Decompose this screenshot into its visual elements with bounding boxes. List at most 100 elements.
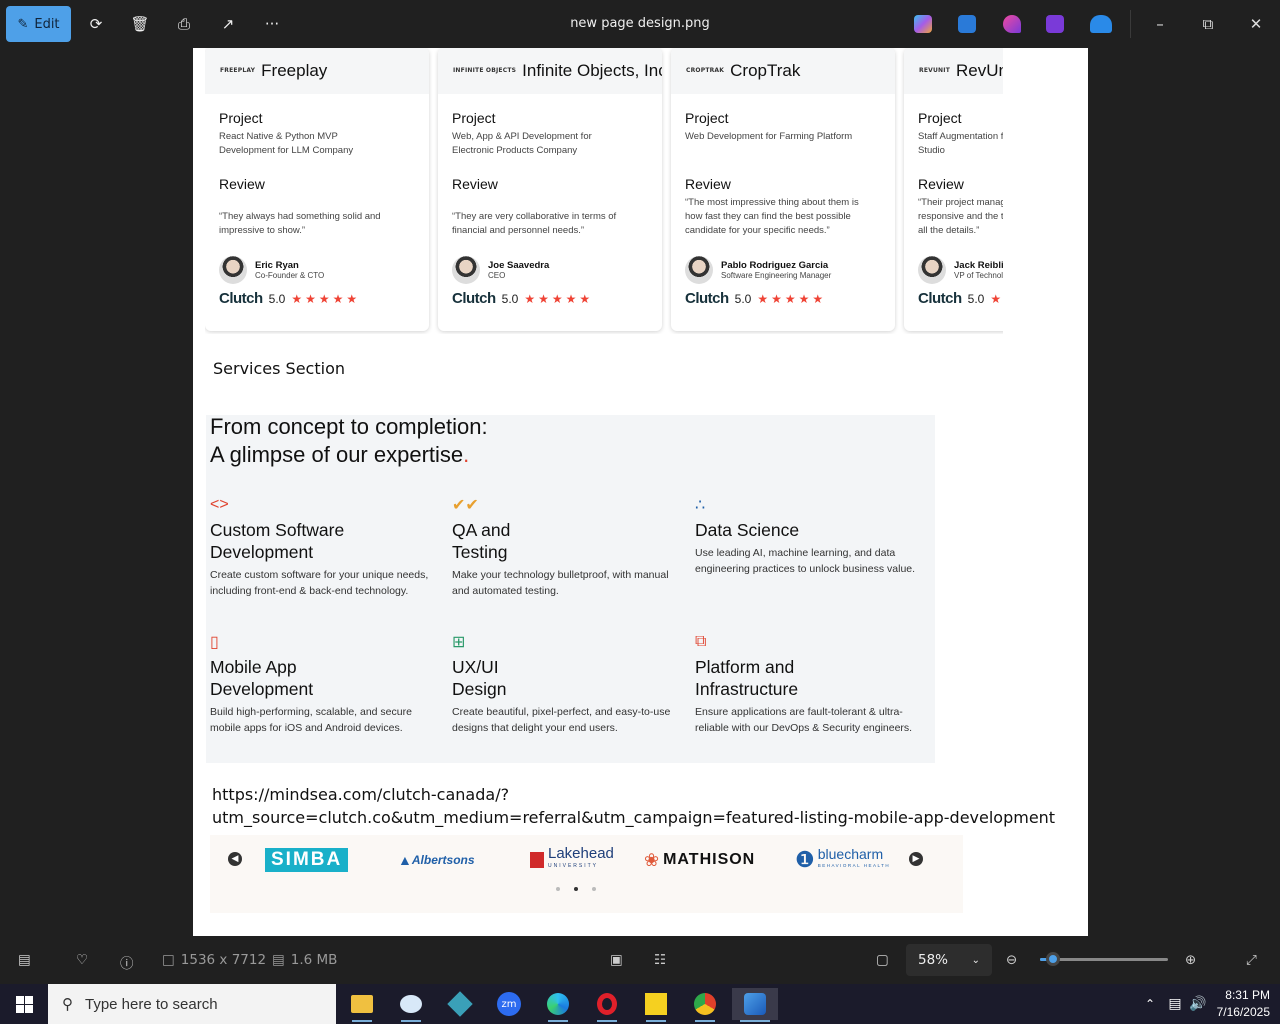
molecule-icon: ∴ [695,497,706,514]
windows-icon [15,995,33,1013]
designer-icon[interactable] [1003,15,1021,33]
review-quote: “They always had something solid and impr… [219,211,381,236]
client-logo[interactable]: SIMBA [265,847,349,873]
info-button[interactable]: ⓘ [120,952,134,972]
service-description: Create beautiful, pixel-perfect, and eas… [452,706,671,734]
service-description: Ensure applications are fault-tolerant &… [695,706,913,734]
service-description: Make your technology bulletproof, with m… [452,569,669,597]
edge-icon[interactable] [538,988,578,1022]
project-label: Project [918,110,962,126]
rating-value: 5.0 [501,291,519,306]
clutch-rating: Clutch 5.0 ★★★★★ [219,290,415,307]
zoom-app-icon[interactable]: zm [489,988,529,1020]
photos-app-icon[interactable] [732,988,778,1022]
carousel-dot[interactable] [556,887,560,891]
reviewer: Joe Saavedra CEO [452,256,648,284]
clipchamp-icon[interactable] [1046,15,1064,33]
close-button[interactable]: ✕ [1244,12,1268,36]
zoom-dropdown[interactable]: 58% ⌄ [906,944,992,976]
zoom-out-button[interactable]: ⊖ [1006,952,1017,968]
network-icon[interactable]: ▤ [1164,988,1186,1020]
testimonial-cards: FREEPLAY Freeplay Project React Native &… [205,48,1003,334]
file-explorer-icon[interactable] [342,988,382,1022]
company-name: RevUnit [955,61,1003,80]
service-name: Data Science [695,520,800,540]
visual-search-button[interactable]: ▣ [610,952,623,968]
services-title: From concept to completion: A glimpse of… [210,414,488,467]
clutch-logo: Clutch [219,290,263,307]
close-icon: ✕ [1249,15,1263,33]
company-logo: INFINITE OBJECTS [453,67,517,74]
maximize-button[interactable]: ⧉ [1196,12,1220,36]
carousel-dot-active[interactable] [574,887,578,891]
layout-grid-icon: ⊞ [452,634,466,651]
client-logo[interactable]: Lakehead UNIVERSITY [530,846,614,873]
company-logo: REVUNIT [919,67,950,74]
star-icons: ★★★★★ [291,291,361,306]
client-logo[interactable]: ▲ Albertsons [398,847,475,873]
chevron-down-icon: ⌄ [971,954,980,966]
card-header: INFINITE OBJECTS Infinite Objects, Inc [438,48,662,94]
fit-icon: ▢ [876,952,889,968]
photos-edit-icon[interactable] [958,15,976,33]
project-label: Project [219,110,263,126]
chevron-left-icon: ◀ [231,854,239,864]
zoom-slider-thumb[interactable] [1045,952,1060,966]
expand-icon: ⤢ [1246,952,1257,968]
taskbar-search[interactable]: ⚲ Type here to search [48,984,336,1024]
save-disk-icon: ▤ [272,952,285,968]
fit-to-window-button[interactable]: ▢ [876,952,889,968]
project-label: Project [685,110,729,126]
client-logos-carousel: ◀ SIMBA ▲ Albertsons Lakehead UNIVERSITY ❀ MAT… [210,835,963,913]
clutch-rating: Clutch 5.0 ★★★★★ [685,290,881,307]
copilot-icon[interactable] [914,15,932,33]
company-name: CropTrak [730,61,801,80]
project-description: React Native & Python MVP Development for… [219,131,354,156]
zoom-in-icon: ⊕ [1185,952,1197,968]
taskbar-clock[interactable]: 8:31 PM 7/16/2025 [1217,987,1270,1021]
reviewer-role: CEO [488,271,506,280]
sticky-notes-icon[interactable] [636,988,676,1022]
mathison-flower-icon: ❀ [644,849,660,870]
search-icon: ⚲ [62,996,73,1013]
reviewer: Pablo Rodriguez Garcia Software Engineer… [685,256,881,284]
avatar [219,256,247,284]
client-logo[interactable]: ❶ bluecharm BEHAVIORAL HEALTH [795,847,890,873]
chrome-icon[interactable] [685,988,725,1022]
opera-icon[interactable] [587,988,627,1022]
filmstrip-icon: ▤ [18,952,31,968]
text-extract-button[interactable]: ☷ [654,952,666,968]
review-label: Review [219,176,265,192]
onedrive-icon[interactable] [1090,15,1112,33]
taskbar: ⚲ Type here to search zm ⌃ ▤ 🔊 8:31 PM 7… [0,984,1280,1024]
minimize-button[interactable]: – [1148,12,1172,36]
image-size-icon: □ [162,952,175,968]
clutch-logo: Clutch [685,290,729,307]
zoom-slider[interactable] [1040,952,1168,966]
carousel-dot[interactable] [592,887,596,891]
reviewer-name: Joe Saavedra [488,260,550,271]
start-button[interactable] [4,988,44,1020]
client-logo[interactable]: ❀ MATHISON [644,847,755,873]
show-hidden-icons-button[interactable]: ⌃ [1140,988,1160,1020]
filmstrip-button[interactable]: ▤ [18,952,31,968]
review-quote: “Their project managerresponsive and the… [918,197,1003,236]
fullscreen-button[interactable]: ⤢ [1246,952,1257,968]
review-label: Review [685,176,731,192]
paint-app-icon[interactable] [391,988,431,1022]
scan-icon: ▣ [610,952,623,968]
volume-icon[interactable]: 🔊 [1186,988,1210,1020]
project-label: Project [452,110,496,126]
project-description: Staff Augmentation for Studio [918,131,1003,156]
favorite-button[interactable]: ♡ [76,952,88,968]
service-description: Create custom software for your unique n… [210,569,429,597]
app-diamond-icon[interactable] [440,988,480,1020]
carousel-prev-button[interactable]: ◀ [228,852,242,866]
testimonial-card: REVUNIT RevUnit Project Staff Augmentati… [904,48,1003,331]
zoom-in-button[interactable]: ⊕ [1185,952,1196,968]
service-name: Mobile App Development [210,657,314,699]
divider [1130,10,1131,38]
service-description: Build high-performing, scalable, and sec… [210,706,412,734]
carousel-next-button[interactable]: ▶ [909,852,923,866]
image-canvas[interactable]: FREEPLAY Freeplay Project React Native &… [193,48,1088,936]
